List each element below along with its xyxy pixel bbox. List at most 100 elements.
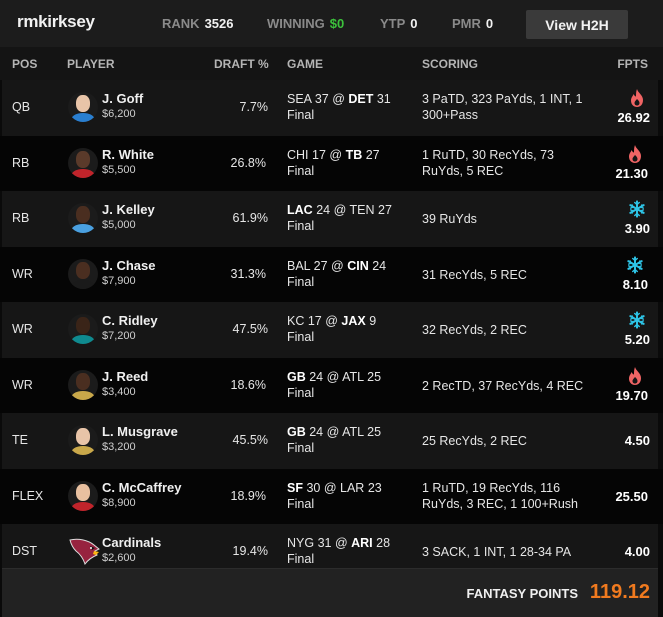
player-name[interactable]: J. Chase (102, 258, 155, 273)
player-row[interactable]: WR J. Chase $7,900 31.3% BAL 27 @ CIN 24… (0, 246, 663, 302)
scoring-summary: 3 PaTD, 323 PaYds, 1 INT, 1 300+Pass (422, 92, 583, 122)
rank-stat: RANK 3526 (162, 16, 233, 31)
game-status: Final (287, 219, 315, 233)
game-status: Final (287, 552, 315, 566)
away-team: KC (287, 314, 305, 328)
fire-icon (626, 366, 644, 386)
game-info: LAC 24 @ TEN 27 Final (287, 203, 392, 233)
home-score: 25 (367, 369, 382, 384)
game-info: SEA 37 @ DET 31 Final (287, 92, 391, 122)
pmr-label: PMR (452, 16, 481, 31)
home-score: 25 (367, 425, 382, 439)
player-avatar (68, 147, 98, 178)
fire-icon (628, 88, 646, 108)
player-name[interactable]: C. Ridley (102, 313, 158, 328)
game-info: CHI 17 @ TB 27 Final (287, 147, 380, 178)
home-score: 28 (376, 536, 391, 550)
position: QB (12, 100, 31, 114)
position: RB (12, 211, 30, 225)
game-status: Final (287, 274, 315, 289)
home-team: ATL (342, 369, 364, 384)
fire-icon (626, 144, 644, 164)
player-salary: $3,200 (102, 441, 136, 453)
view-h2h-button[interactable]: View H2H (526, 10, 628, 39)
position: WR (12, 377, 33, 392)
player-name[interactable]: C. McCaffrey (102, 480, 181, 495)
player-avatar (68, 369, 98, 400)
column-header-pos: POS (12, 57, 38, 71)
game-status: Final (287, 496, 315, 511)
away-team: CHI (287, 147, 309, 162)
player-row[interactable]: RB J. Kelley $5,000 61.9% LAC 24 @ TEN 2… (2, 191, 658, 247)
column-header-game: GAME (287, 57, 323, 71)
away-team: GB (287, 369, 306, 384)
position: WR (12, 322, 33, 336)
fantasy-points-total: 119.12 (589, 581, 650, 603)
player-salary: $3,400 (102, 385, 136, 398)
game-status: Final (287, 108, 315, 122)
scoring-summary: 1 RuTD, 30 RecYds, 73 RuYds, 5 REC (422, 147, 555, 178)
game-info: BAL 27 @ CIN 24 Final (287, 258, 387, 289)
away-score: 30 (306, 480, 321, 495)
home-team: JAX (341, 314, 366, 328)
player-avatar (68, 203, 98, 233)
home-score: 9 (369, 314, 377, 328)
fantasy-points: 4.00 (624, 544, 650, 559)
away-team: SEA (287, 92, 312, 106)
player-name[interactable]: Cardinals (102, 535, 161, 550)
player-name[interactable]: J. Goff (102, 91, 143, 106)
player-avatar (68, 480, 98, 511)
away-team: GB (287, 425, 306, 439)
player-row[interactable]: TE L. Musgrave $3,200 45.5% GB 24 @ ATL … (2, 413, 658, 469)
game-status: Final (287, 163, 315, 178)
fantasy-points-footer: FANTASY POINTS 119.12 (2, 568, 658, 617)
scoring-summary: 1 RuTD, 19 RecYds, 116 RuYds, 3 REC, 1 1… (422, 480, 578, 511)
player-row[interactable]: QB J. Goff $6,200 7.7% SEA 37 @ DET 31 F… (2, 80, 658, 136)
player-row[interactable]: FLEX C. McCaffrey $8,900 18.9% SF 30 @ L… (0, 468, 663, 524)
away-score: 24 (309, 369, 324, 384)
snowflake-icon (628, 199, 646, 219)
away-score: 24 (309, 425, 324, 439)
fantasy-points: 21.30 (615, 165, 648, 181)
player-row[interactable]: RB R. White $5,500 26.8% CHI 17 @ TB 27 … (0, 135, 663, 191)
username: rmkirksey (17, 12, 95, 31)
player-salary: $7,900 (102, 274, 136, 287)
home-team: CIN (347, 258, 369, 273)
ytp-stat: YTP 0 (380, 16, 418, 31)
home-team: ATL (342, 425, 364, 439)
away-score: 24 (316, 203, 331, 217)
player-salary: $2,600 (102, 552, 136, 564)
game-info: GB 24 @ ATL 25 Final (287, 425, 382, 455)
fantasy-points: 19.70 (615, 387, 648, 403)
home-team: LAR (340, 480, 365, 495)
draft-percent: 45.5% (232, 433, 268, 447)
rank-value: 3526 (204, 16, 234, 31)
fantasy-points: 26.92 (617, 110, 650, 125)
snowflake-icon (628, 310, 646, 330)
fantasy-points: 8.10 (622, 276, 648, 292)
player-salary: $7,200 (102, 330, 136, 342)
draft-percent: 31.3% (230, 266, 266, 281)
player-name[interactable]: L. Musgrave (102, 424, 178, 439)
game-info: SF 30 @ LAR 23 Final (287, 480, 382, 511)
player-name[interactable]: J. Kelley (102, 202, 155, 217)
scoring-summary: 2 RecTD, 37 RecYds, 4 REC (422, 378, 584, 393)
game-status: Final (287, 441, 315, 455)
away-team: LAC (287, 203, 313, 217)
player-name[interactable]: J. Reed (102, 369, 148, 384)
player-salary: $5,000 (102, 219, 136, 231)
ytp-value: 0 (410, 16, 418, 31)
home-score: 31 (376, 92, 391, 106)
game-info: GB 24 @ ATL 25 Final (287, 369, 382, 400)
player-name[interactable]: R. White (102, 147, 154, 162)
home-score: 24 (372, 258, 387, 273)
winning-label: WINNING (267, 16, 325, 31)
home-team: TB (345, 147, 363, 162)
player-row[interactable]: WR J. Reed $3,400 18.6% GB 24 @ ATL 25 F… (0, 357, 663, 413)
away-score: 37 (314, 92, 329, 106)
away-score: 17 (307, 314, 322, 328)
table-header: POS PLAYER DRAFT % GAME SCORING FPTS (0, 47, 663, 80)
home-team: DET (348, 92, 374, 106)
player-row[interactable]: WR C. Ridley $7,200 47.5% KC 17 @ JAX 9 … (2, 302, 658, 358)
player-salary: $5,500 (102, 163, 136, 176)
